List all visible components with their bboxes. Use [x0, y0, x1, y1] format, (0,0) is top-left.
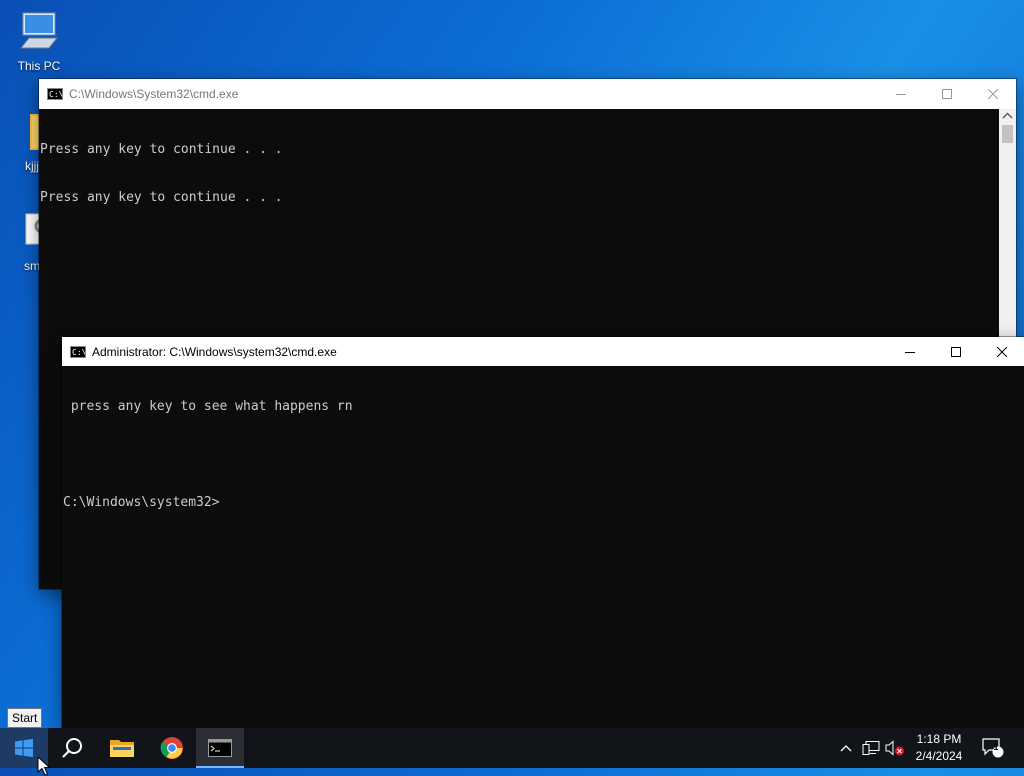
cmd-icon: C:\ — [47, 88, 63, 100]
desktop-icon-label: This PC — [17, 59, 61, 73]
computer-icon — [19, 12, 59, 49]
notification-count: 1 — [993, 742, 999, 752]
cmd-icon — [208, 739, 232, 757]
network-button[interactable] — [860, 728, 882, 768]
clock[interactable]: 1:18 PM 2/4/2024 — [910, 728, 968, 768]
console-line: Press any key to continue . . . — [40, 190, 283, 205]
volume-button[interactable] — [884, 728, 906, 768]
windows-logo-icon — [15, 739, 33, 757]
cmd-window-admin[interactable]: C:\ Administrator: C:\Windows\system32\c… — [62, 337, 1024, 728]
show-hidden-icons-button[interactable] — [836, 728, 856, 768]
chrome-button[interactable] — [148, 728, 196, 768]
network-icon — [862, 741, 880, 755]
close-icon — [997, 346, 1007, 357]
scroll-up-arrow-icon[interactable] — [999, 109, 1016, 123]
title-bar[interactable]: C:\ Administrator: C:\Windows\system32\c… — [62, 337, 1024, 366]
minimize-button[interactable] — [878, 79, 924, 109]
maximize-icon — [951, 346, 961, 357]
console-output[interactable]: press any key to see what happens rn C:\… — [62, 366, 1024, 728]
console-line: press any key to see what happens rn — [63, 399, 353, 414]
file-explorer-icon — [110, 740, 134, 757]
clock-time: 1:18 PM — [916, 732, 962, 746]
search-icon — [62, 738, 82, 758]
close-button[interactable] — [970, 79, 1016, 109]
window-title: Administrator: C:\Windows\system32\cmd.e… — [92, 344, 337, 359]
minimize-button[interactable] — [887, 337, 933, 366]
window-title: C:\Windows\System32\cmd.exe — [69, 87, 239, 101]
clock-date: 2/4/2024 — [915, 749, 963, 763]
maximize-icon — [942, 89, 952, 99]
start-tooltip: Start — [7, 708, 43, 728]
cmd-icon: C:\ — [70, 345, 86, 358]
chevron-up-icon — [840, 745, 852, 752]
maximize-button[interactable] — [933, 337, 979, 366]
taskbar: 1:18 PM 2/4/2024 1 — [0, 728, 1024, 768]
command-prompt[interactable]: C:\Windows\system32> — [63, 495, 1024, 511]
title-bar[interactable]: C:\ C:\Windows\System32\cmd.exe — [39, 79, 1016, 109]
cmd-taskbar-button[interactable] — [196, 728, 244, 768]
search-button[interactable] — [48, 728, 96, 768]
volume-muted-icon — [885, 740, 904, 756]
mouse-cursor-icon — [37, 756, 51, 776]
action-center-button[interactable]: 1 — [978, 728, 1008, 768]
close-button[interactable] — [979, 337, 1024, 366]
console-line: Press any key to continue . . . — [40, 142, 283, 157]
close-icon — [988, 89, 998, 99]
maximize-button[interactable] — [924, 79, 970, 109]
minimize-icon — [896, 94, 906, 95]
desktop-icon-this-pc[interactable]: This PC — [9, 10, 69, 73]
scrollbar-thumb[interactable] — [1002, 125, 1013, 143]
chrome-icon — [160, 737, 183, 759]
file-explorer-button[interactable] — [98, 728, 146, 768]
minimize-icon — [905, 351, 915, 353]
